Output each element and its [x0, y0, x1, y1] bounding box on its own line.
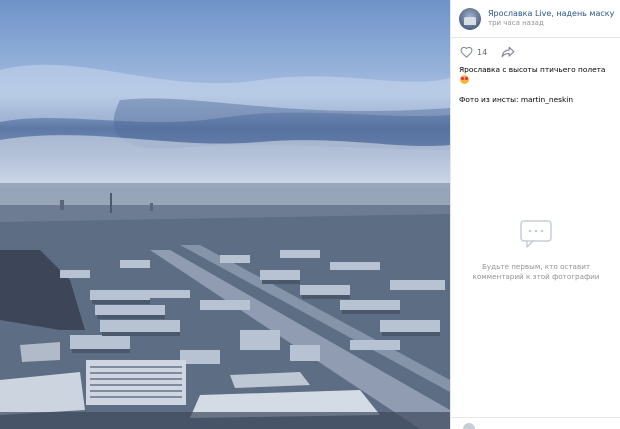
post-source: Фото из инсты: martin_neskin	[459, 95, 574, 105]
post-side-panel: Ярославка Live, надень маску три часа на…	[450, 0, 620, 429]
caption-text: Ярославка с высоты птичьего полета	[459, 65, 606, 74]
comments-empty-state: Будьте первым, кто оставит комментарий к…	[451, 218, 620, 282]
share-arrow-icon	[501, 46, 515, 58]
aerial-city-image	[0, 64, 450, 429]
heart-eyes-emoji	[460, 74, 469, 84]
heart-icon	[460, 46, 473, 58]
user-avatar	[463, 423, 475, 429]
group-name-link[interactable]: Ярославка Live, надень маску	[488, 9, 614, 19]
post-actions: 14	[451, 38, 620, 62]
comment-input-area[interactable]	[451, 417, 620, 429]
group-avatar[interactable]	[459, 7, 481, 30]
comments-empty-text: Будьте первым, кто оставит комментарий к…	[472, 262, 600, 282]
like-count: 14	[477, 47, 488, 57]
post-header: Ярославка Live, надень маску три часа на…	[451, 0, 620, 38]
post-caption: Ярославка с высоты птичьего полета	[451, 62, 620, 85]
share-button[interactable]	[501, 46, 515, 58]
post-timestamp[interactable]: три часа назад	[488, 19, 614, 28]
like-button[interactable]: 14	[460, 46, 487, 58]
post-photo[interactable]	[0, 0, 450, 429]
comment-bubble-icon	[520, 220, 552, 248]
